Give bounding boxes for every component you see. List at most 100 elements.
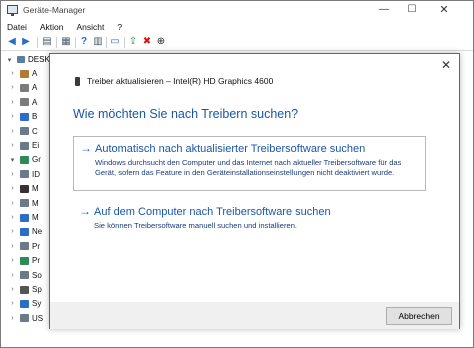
tree-item[interactable]: › Ei	[8, 139, 39, 152]
collapse-arrow-icon[interactable]: ›	[8, 185, 17, 192]
minimize-button[interactable]: —	[371, 1, 397, 19]
device-view-icon[interactable]: ▥	[92, 36, 104, 48]
tree-item-label: US	[32, 313, 44, 323]
search-automatically-option[interactable]: → Automatisch nach aktualisierter Treibe…	[73, 136, 426, 191]
collapse-arrow-icon[interactable]: ›	[8, 70, 17, 77]
collapse-arrow-icon[interactable]: ›	[8, 142, 17, 149]
tree-item[interactable]: › M	[8, 211, 38, 224]
menu-aktion[interactable]: Aktion	[38, 22, 66, 32]
tree-item-label: Gr	[32, 155, 41, 165]
browse-computer-option[interactable]: → Auf dem Computer nach Treibersoftware …	[73, 200, 426, 232]
tree-item[interactable]: › Sp	[8, 283, 42, 296]
collapse-arrow-icon[interactable]: ›	[8, 228, 17, 235]
menu-datei[interactable]: Datei	[5, 22, 29, 32]
collapse-arrow-icon[interactable]: ›	[8, 272, 17, 279]
tree-item-label: Sy	[32, 299, 42, 309]
collapse-arrow-icon[interactable]: ›	[8, 128, 17, 135]
close-window-button[interactable]: ✕	[431, 1, 457, 19]
download-icon[interactable]: ⊕	[155, 36, 167, 48]
option-manual-description: Sie können Treibersoftware manuell suche…	[94, 221, 298, 230]
tree-item[interactable]: › ID	[8, 168, 40, 181]
tree-item[interactable]: › M	[8, 182, 39, 195]
device-category-icon	[20, 256, 29, 265]
tree-item[interactable]: › B	[8, 110, 37, 123]
tree-item[interactable]: › M	[8, 197, 38, 210]
tree-item[interactable]: › Pr	[8, 254, 40, 267]
tree-item[interactable]: › US	[8, 312, 43, 325]
toolbar-separator	[124, 37, 125, 48]
tree-item[interactable]: › A	[8, 67, 37, 80]
tree-item-label: Ei	[32, 141, 40, 150]
tree-item[interactable]: › Ne	[8, 225, 42, 238]
toolbar-separator	[106, 37, 107, 48]
tree-item-label: B	[32, 112, 38, 122]
menu-ansicht[interactable]: Ansicht	[74, 22, 106, 32]
tree-item[interactable]: › Pr	[8, 240, 40, 253]
collapse-arrow-icon[interactable]: ›	[8, 99, 17, 106]
tree-item[interactable]: › Sy	[8, 297, 41, 310]
computer-icon	[17, 56, 25, 63]
arrow-right-icon: →	[79, 204, 91, 218]
collapse-arrow-icon[interactable]: ›	[8, 113, 17, 120]
toolbar-separator	[37, 37, 38, 48]
expand-arrow-icon[interactable]: ▾	[8, 156, 17, 164]
device-category-icon	[20, 112, 29, 121]
graphics-card-icon	[75, 76, 80, 86]
device-category-icon	[20, 127, 29, 136]
device-category-icon	[20, 314, 29, 323]
update-driver-dialog: ✕ Treiber aktualisieren – Intel(R) HD Gr…	[49, 53, 460, 329]
collapse-arrow-icon[interactable]: ›	[8, 300, 17, 307]
tree-item[interactable]: ▾ Gr	[8, 153, 41, 166]
tree-item-label: M	[32, 184, 39, 194]
tree-item-label: A	[32, 69, 38, 78]
update-driver-icon[interactable]: ⇪	[127, 36, 139, 48]
tree-item-label: So	[32, 270, 42, 280]
expand-arrow-icon[interactable]: ▾	[5, 56, 14, 64]
tree-view-icon[interactable]: ▤	[41, 36, 53, 48]
option-auto-title: Automatisch nach aktualisierter Treibers…	[95, 143, 366, 155]
monitor-icon[interactable]: ▭	[109, 36, 121, 48]
tree-item-label: A	[32, 83, 38, 93]
cancel-button[interactable]: Abbrechen	[386, 307, 452, 325]
help-icon[interactable]: ?	[78, 36, 90, 48]
window-title: Geräte-Manager	[23, 5, 86, 15]
collapse-arrow-icon[interactable]: ›	[8, 257, 17, 264]
device-category-icon	[20, 242, 29, 251]
collapse-arrow-icon[interactable]: ›	[8, 84, 17, 91]
tree-item[interactable]: › So	[8, 269, 42, 282]
collapse-arrow-icon[interactable]: ›	[8, 315, 17, 322]
collapse-arrow-icon[interactable]: ›	[8, 243, 17, 250]
tree-item-label: ID	[32, 169, 40, 179]
collapse-arrow-icon[interactable]: ›	[8, 171, 17, 178]
menu-help[interactable]: ?	[115, 22, 124, 32]
collapse-arrow-icon[interactable]: ›	[8, 286, 17, 293]
dialog-question: Wie möchten Sie nach Treibern suchen?	[73, 107, 299, 121]
tree-root[interactable]: ▾ DESKT	[5, 55, 55, 64]
title-bar: Geräte-Manager — ☐ ✕	[1, 1, 473, 19]
tree-item[interactable]: › C	[8, 125, 38, 138]
device-category-icon	[20, 227, 29, 236]
device-category-icon	[20, 271, 29, 280]
device-category-icon	[20, 69, 29, 78]
toolbar-separator	[56, 37, 57, 48]
tree-item-label: Sp	[32, 285, 42, 294]
tree-item-label: Ne	[32, 227, 43, 237]
dialog-header: Treiber aktualisieren – Intel(R) HD Grap…	[75, 76, 273, 86]
dialog-header-text: Treiber aktualisieren – Intel(R) HD Grap…	[87, 76, 274, 86]
uninstall-icon[interactable]: ✖	[141, 36, 153, 48]
forward-arrow-icon[interactable]: ▶	[20, 36, 32, 48]
device-category-icon	[20, 141, 29, 150]
properties-icon[interactable]: ▦	[60, 36, 72, 48]
tree-item[interactable]: › A	[8, 96, 37, 109]
maximize-button[interactable]: ☐	[399, 1, 425, 19]
device-category-icon	[20, 184, 29, 193]
collapse-arrow-icon[interactable]: ›	[8, 214, 17, 221]
device-category-icon	[20, 83, 29, 92]
tree-item-label: C	[32, 126, 38, 136]
device-category-icon	[20, 98, 29, 107]
device-category-icon	[20, 299, 29, 308]
close-dialog-button[interactable]: ✕	[436, 57, 456, 73]
tree-item[interactable]: › A	[8, 81, 37, 94]
collapse-arrow-icon[interactable]: ›	[8, 200, 17, 207]
back-arrow-icon[interactable]: ◀	[6, 36, 18, 48]
